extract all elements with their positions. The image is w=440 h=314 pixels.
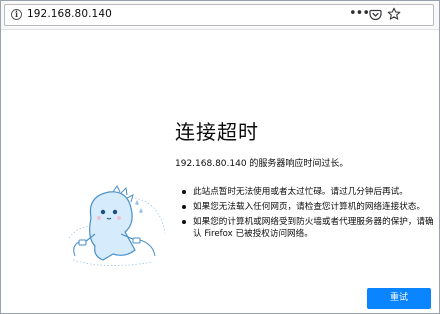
retry-button[interactable]: 重试: [367, 288, 431, 309]
suggestion-item: 此站点暂时无法使用或者太过忙碌。请过几分钟后再试。: [179, 186, 434, 198]
page-actions-menu-icon[interactable]: •••: [349, 5, 370, 23]
bookmark-star-icon[interactable]: [387, 7, 401, 21]
browser-window: i 192.168.80.140 ••• 连接超时 192.168.80.140…: [0, 0, 440, 314]
dino-illustration: [68, 185, 166, 266]
pocket-icon[interactable]: [369, 8, 382, 21]
suggestion-text: 如果您的计算机或网络受到防火墙或者代理服务器的保护，请确认 Firefox 已被…: [193, 217, 434, 239]
error-title: 连接超时: [175, 120, 259, 144]
navigation-toolbar: i 192.168.80.140 •••: [1, 1, 439, 30]
suggestion-item: 如果您无法载入任何网页，请检查您计算机的网络连接状态。: [179, 201, 434, 213]
address-bar[interactable]: i 192.168.80.140 •••: [4, 4, 434, 26]
bullet-icon: [182, 205, 186, 209]
url-text[interactable]: 192.168.80.140: [27, 8, 112, 20]
bullet-icon: [182, 220, 186, 224]
error-description: 192.168.80.140 的服务器响应时间过长。: [175, 159, 349, 169]
info-icon[interactable]: i: [11, 9, 22, 20]
bullet-icon: [182, 190, 186, 194]
suggestion-list: 此站点暂时无法使用或者太过忙碌。请过几分钟后再试。 如果您无法载入任何网页，请检…: [179, 186, 434, 243]
error-page: 连接超时 192.168.80.140 的服务器响应时间过长。 此站点暂时无法使…: [1, 30, 439, 313]
suggestion-text: 此站点暂时无法使用或者太过忙碌。请过几分钟后再试。: [193, 187, 408, 197]
suggestion-text: 如果您无法载入任何网页，请检查您计算机的网络连接状态。: [193, 202, 426, 212]
suggestion-item: 如果您的计算机或网络受到防火墙或者代理服务器的保护，请确认 Firefox 已被…: [179, 216, 434, 240]
